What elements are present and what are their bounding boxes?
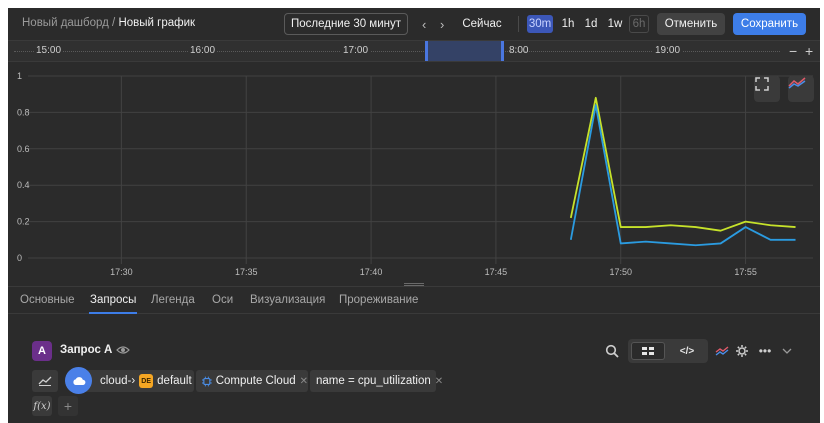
close-icon[interactable]: ✕ <box>435 376 443 387</box>
timeline-label: 16:00 <box>188 45 218 56</box>
area-chart-icon <box>38 376 52 386</box>
zoom-in-button[interactable]: + <box>805 43 813 59</box>
timeline-handle-left[interactable] <box>425 41 428 61</box>
top-bar: Новый дашборд / Новый график Последние 3… <box>8 8 820 40</box>
y-tick-label: 0.2 <box>17 217 30 227</box>
scale-30m-button[interactable]: 30m <box>527 15 553 33</box>
chart-svg: 1 0.8 0.6 0.4 0.2 0 17:30 17:35 17:40 17:45 17:50 1… <box>17 71 813 277</box>
service-chip[interactable]: Compute Cloud ✕ <box>196 370 308 392</box>
y-tick-label: 0 <box>17 253 22 263</box>
search-icon[interactable] <box>604 341 620 361</box>
fullscreen-icon[interactable] <box>754 76 780 102</box>
cloud-chip-label: cloud-› <box>100 375 136 387</box>
chip-processor-icon <box>202 376 212 386</box>
series-line-1 <box>569 96 796 232</box>
visual-mode-icon[interactable] <box>631 342 665 360</box>
service-chip-label: Compute Cloud <box>215 375 296 387</box>
scale-6h-button[interactable]: 6h <box>629 15 649 33</box>
gear-icon[interactable] <box>734 341 750 361</box>
now-button[interactable]: Сейчас <box>454 13 510 35</box>
close-icon[interactable]: ✕ <box>300 376 308 387</box>
breadcrumb-current: Новый график <box>118 17 196 29</box>
timeline-handle-right[interactable] <box>501 41 504 61</box>
chart-editor: Новый дашборд / Новый график Последние 3… <box>8 8 820 423</box>
chart-kind-button[interactable] <box>32 370 58 392</box>
y-tick-label: 1 <box>17 71 22 81</box>
scale-1h-button[interactable]: 1h <box>559 15 577 33</box>
chevron-right-icon[interactable]: › <box>440 17 444 32</box>
x-tick-label: 17:55 <box>734 267 757 277</box>
tab-queries[interactable]: Запросы <box>90 294 136 306</box>
folder-chip-label: default <box>157 375 192 387</box>
divider <box>518 16 519 32</box>
series-style-icon[interactable] <box>714 341 730 361</box>
x-tick-label: 17:45 <box>485 267 508 277</box>
tab-legend[interactable]: Легенда <box>151 294 195 306</box>
query-mode-switch: </> <box>628 339 708 363</box>
time-range-button[interactable]: Последние 30 минут <box>284 13 408 35</box>
query-name[interactable]: Запрос A <box>60 344 112 356</box>
chevron-down-icon[interactable] <box>780 341 794 361</box>
metric-chip-label: name = cpu_utilization <box>316 375 431 387</box>
query-letter-badge: A <box>32 341 52 361</box>
x-tick-label: 17:35 <box>235 267 258 277</box>
tab-visualization[interactable]: Визуализация <box>250 294 325 306</box>
metric-chip[interactable]: name = cpu_utilization ✕ <box>310 370 443 392</box>
function-button[interactable]: f(x) <box>32 396 52 416</box>
timeline-label: 19:00 <box>653 45 683 56</box>
timeline-label: 17:00 <box>341 45 371 56</box>
x-tick-label: 17:50 <box>609 267 632 277</box>
cancel-button[interactable]: Отменить <box>657 13 725 35</box>
cloud-icon[interactable] <box>65 367 92 394</box>
breadcrumb-parent[interactable]: Новый дашборд <box>22 17 109 29</box>
chevron-left-icon[interactable]: ‹ <box>422 17 426 32</box>
y-tick-label: 0.6 <box>17 144 30 154</box>
save-button[interactable]: Сохранить <box>733 13 806 35</box>
eye-icon[interactable] <box>116 344 130 359</box>
code-mode-icon[interactable]: </> <box>670 342 704 360</box>
scale-1d-button[interactable]: 1d <box>582 15 600 33</box>
active-tab-indicator <box>89 312 137 314</box>
editor-tabs: Основные Запросы Легенда Оси Визуализаци… <box>8 286 820 314</box>
add-function-button[interactable]: + <box>58 396 78 416</box>
zoom-out-button[interactable]: − <box>789 43 797 59</box>
x-tick-label: 17:40 <box>360 267 383 277</box>
breadcrumb: Новый дашборд / Новый график <box>22 17 195 29</box>
y-tick-label: 0.4 <box>17 180 30 190</box>
folder-badge: DE <box>139 374 154 388</box>
chart-type-icon[interactable] <box>788 76 814 102</box>
more-icon[interactable]: ••• <box>756 341 774 361</box>
tab-axes[interactable]: Оси <box>212 294 233 306</box>
timeline-selection[interactable] <box>427 41 504 61</box>
line-chart: 1 0.8 0.6 0.4 0.2 0 17:30 17:35 17:40 17:45 17:50 1… <box>8 62 820 282</box>
timeline-navigator[interactable]: 15:00 16:00 17:00 8:00 19:00 − + <box>8 40 820 62</box>
scale-1w-button[interactable]: 1w <box>605 15 625 33</box>
y-tick-label: 0.8 <box>17 107 30 117</box>
tab-basic[interactable]: Основные <box>20 294 75 306</box>
timeline-label: 15:00 <box>34 45 64 56</box>
x-tick-label: 17:30 <box>110 267 133 277</box>
timeline-label: 8:00 <box>509 45 529 56</box>
breadcrumb-separator: / <box>108 17 119 29</box>
tab-downsampling[interactable]: Прореживание <box>339 294 418 306</box>
